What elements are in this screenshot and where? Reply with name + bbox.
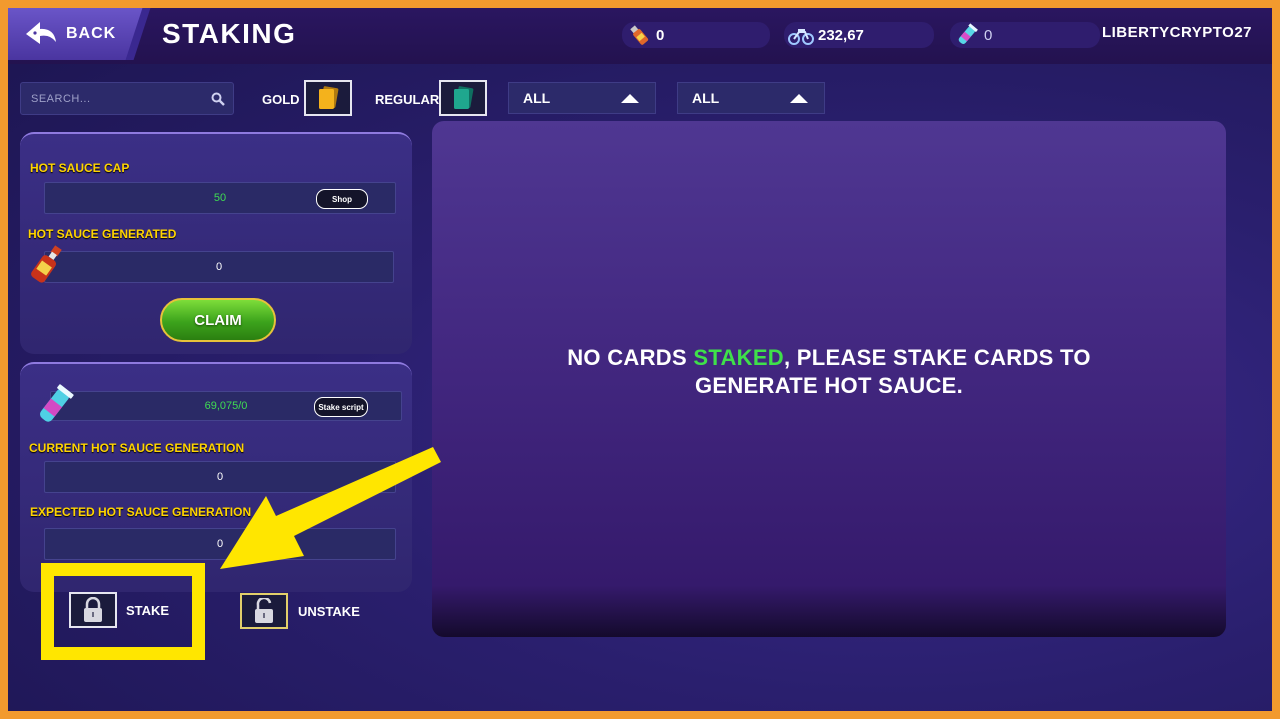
gold-filter-toggle[interactable] [304, 80, 352, 116]
staking-screen: BACK STAKING 0 232,67 0 LIBERTYCRYPTO27 … [8, 8, 1272, 711]
hot-sauce-bottle-icon [31, 245, 62, 283]
hot-sauce-cap-label: HOT SAUCE CAP [30, 161, 130, 175]
type-dropdown-value: ALL [523, 90, 551, 106]
claim-button[interactable]: CLAIM [160, 298, 276, 342]
top-bar: BACK STAKING 0 232,67 0 LIBERTYCRYPTO27 [8, 8, 1272, 64]
empty-message-line1-after: , PLEASE STAKE CARDS TO [783, 345, 1091, 370]
hot-sauce-generated-label: HOT SAUCE GENERATED [28, 227, 177, 241]
script-value: 0 [984, 26, 993, 44]
empty-message-line2: GENERATE HOT SAUCE. [694, 373, 964, 398]
empty-message-highlight: STAKED [693, 345, 784, 370]
unstake-button[interactable] [240, 593, 288, 629]
script-vial-icon [958, 23, 978, 45]
hot-sauce-value: 0 [656, 26, 665, 44]
back-button[interactable]: BACK [8, 8, 144, 60]
caret-up-icon [790, 93, 808, 103]
gold-card-icon [319, 86, 339, 109]
unstake-label[interactable]: UNSTAKE [298, 604, 360, 619]
script-value: 69,075/0 [204, 400, 248, 412]
username[interactable]: LIBERTYCRYPTO27 [1102, 24, 1252, 41]
hot-sauce-cap-value: 50 [213, 192, 227, 204]
lock-open-icon [255, 598, 273, 623]
search-box[interactable] [20, 82, 234, 115]
script-balance: 0 [950, 22, 1100, 48]
shop-button[interactable]: Shop [316, 189, 368, 209]
hot-sauce-bottle-icon [630, 25, 649, 45]
stake-highlight-box [41, 563, 205, 660]
hot-sauce-balance: 0 [622, 22, 770, 48]
caret-up-icon [621, 93, 639, 103]
regular-filter-toggle[interactable] [439, 80, 487, 116]
type-dropdown[interactable]: ALL [508, 82, 656, 114]
rarity-dropdown[interactable]: ALL [677, 82, 825, 114]
page-title: STAKING [162, 18, 297, 49]
empty-message-before: NO CARDS [567, 345, 694, 370]
motorbike-icon [788, 29, 814, 45]
script-vial-icon [40, 384, 74, 422]
staked-cards-panel: NO CARDS STAKED, PLEASE STAKE CARDS TO G… [432, 121, 1226, 637]
hot-sauce-generated-value: 0 [215, 261, 223, 273]
back-arrow-icon [26, 22, 56, 44]
empty-state-message: NO CARDS STAKED, PLEASE STAKE CARDS TO G… [432, 344, 1226, 400]
regular-filter-label: REGULAR [375, 92, 440, 107]
regular-card-icon [454, 86, 474, 109]
search-input[interactable] [29, 91, 203, 106]
gold-filter-label: GOLD [262, 92, 300, 107]
stake-script-button[interactable]: Stake script [314, 397, 368, 417]
bike-balance: 232,67 [784, 22, 934, 48]
pointer-arrow-icon [220, 447, 441, 569]
search-icon[interactable] [211, 92, 225, 106]
rarity-dropdown-value: ALL [692, 90, 720, 106]
bike-value: 232,67 [818, 26, 864, 44]
hot-sauce-generated-bar: 0 [44, 251, 394, 283]
back-label: BACK [66, 25, 117, 42]
